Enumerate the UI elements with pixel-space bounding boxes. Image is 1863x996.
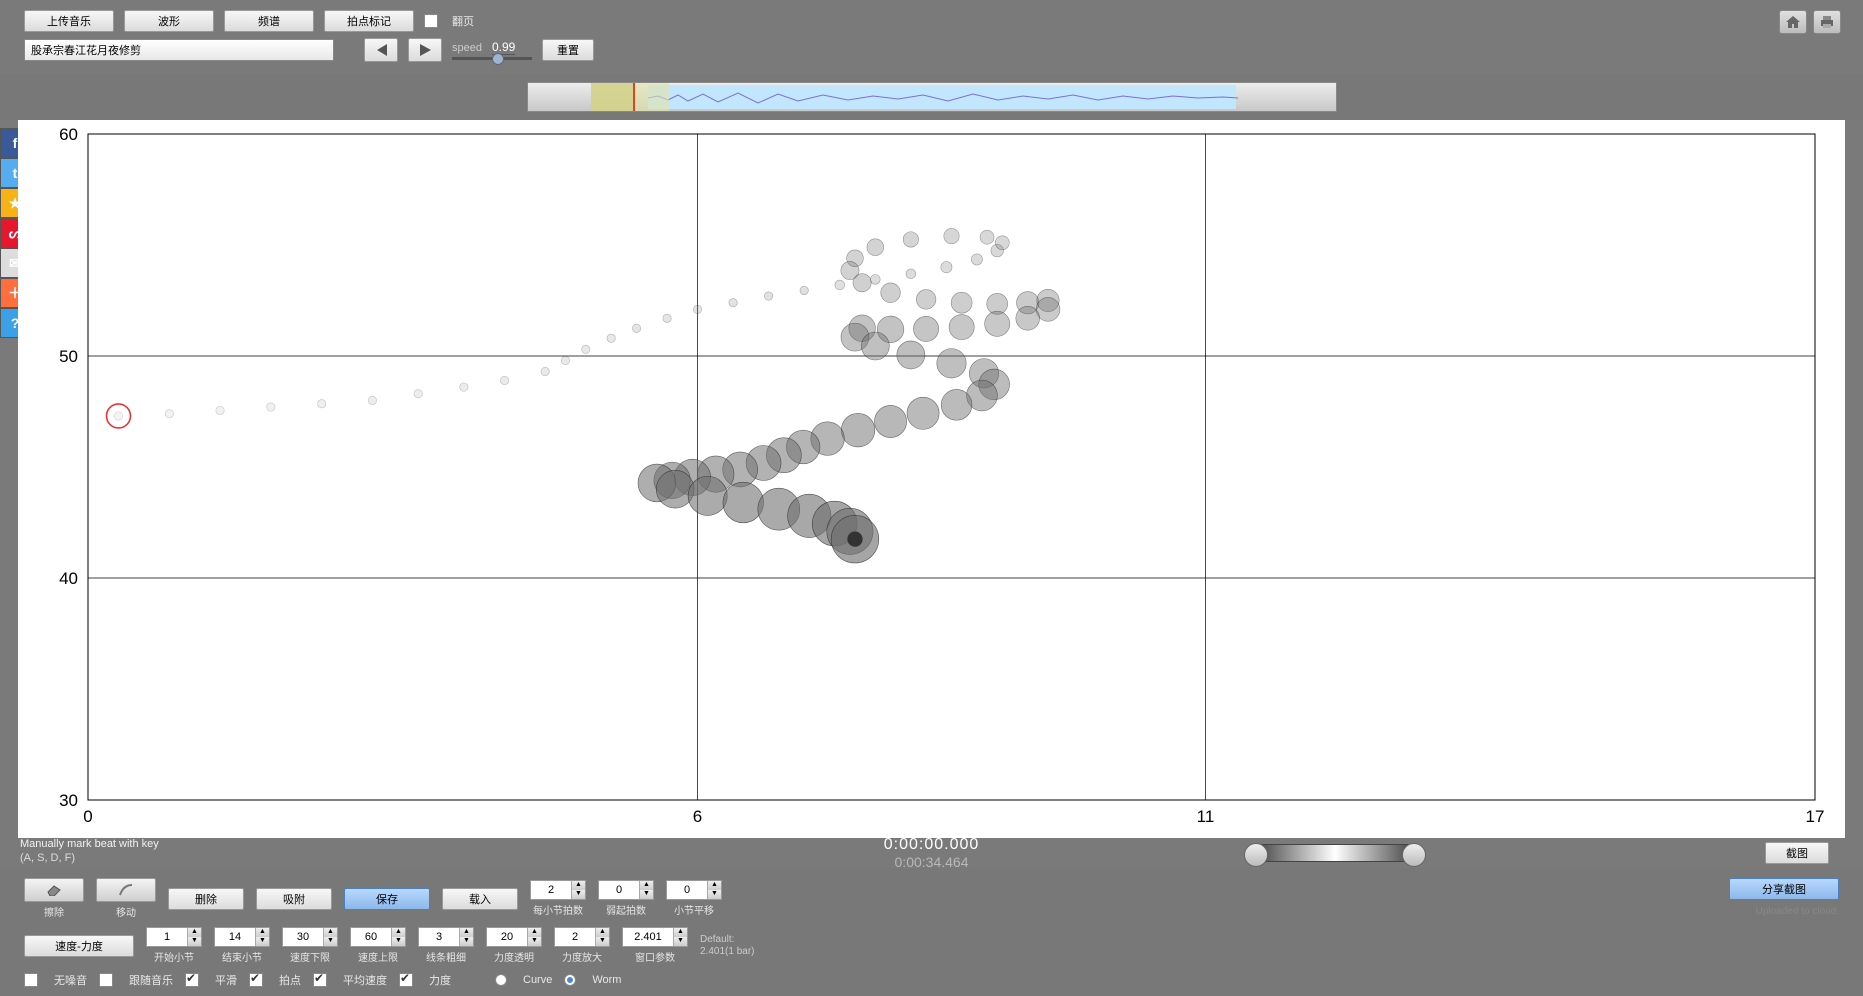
no-noise-checkbox[interactable] xyxy=(24,973,38,987)
svg-text:50: 50 xyxy=(59,347,78,366)
waveform-button[interactable]: 波形 xyxy=(124,10,214,32)
curve-radio[interactable] xyxy=(495,974,507,986)
eraser-icon xyxy=(44,884,64,896)
reset-button[interactable]: 重置 xyxy=(542,39,594,61)
spectrum-button[interactable]: 频谱 xyxy=(224,10,314,32)
avg-tempo-checkbox[interactable] xyxy=(313,973,327,987)
tempo-lo-input[interactable]: ▲▼ xyxy=(282,927,338,947)
scrub-wheel[interactable] xyxy=(1255,844,1415,862)
tempo-dynamics-button[interactable]: 速度-力度 xyxy=(24,935,134,957)
follow-music-checkbox[interactable] xyxy=(99,973,113,987)
upload-status: Uploaded to cloud. xyxy=(1729,906,1839,917)
snap-button[interactable]: 吸附 xyxy=(256,888,332,910)
beatmark-button[interactable]: 拍点标记 xyxy=(324,10,414,32)
tempo-hi-input[interactable]: ▲▼ xyxy=(350,927,406,947)
erase-tool-button[interactable] xyxy=(24,878,84,902)
bottom-panel: 擦除 移动 删除 吸附 保存 载入 ▲▼每小节拍数 ▲▼弱起拍数 ▲▼小节平移 … xyxy=(0,868,1863,996)
waveform-overview[interactable] xyxy=(527,82,1337,112)
print-icon xyxy=(1819,15,1835,29)
delete-button[interactable]: 删除 xyxy=(168,888,244,910)
dynamics-checkbox[interactable] xyxy=(399,973,413,987)
print-button[interactable] xyxy=(1813,10,1841,34)
hint-line-1: Manually mark beat with key xyxy=(20,838,159,850)
play-icon xyxy=(419,44,431,56)
start-bar-input[interactable]: ▲▼ xyxy=(146,927,202,947)
svg-text:0: 0 xyxy=(83,807,92,826)
line-width-input[interactable]: ▲▼ xyxy=(418,927,474,947)
beats-checkbox[interactable] xyxy=(249,973,263,987)
status-bar: Manually mark beat with key (A, S, D, F)… xyxy=(18,838,1845,868)
hint-line-2: (A, S, D, F) xyxy=(20,852,75,864)
speed-slider[interactable] xyxy=(452,57,532,60)
bar-shift-input[interactable]: ▲▼ xyxy=(666,880,722,900)
weak-beats-input[interactable]: ▲▼ xyxy=(598,880,654,900)
default-hint: Default:2.401(1 bar) xyxy=(700,934,754,958)
move-icon xyxy=(118,883,134,897)
top-toolbar: 上传音乐 波形 频谱 拍点标记 翻页 股承宗春江花月夜修剪 speed 0.99… xyxy=(0,0,1863,74)
svg-text:6: 6 xyxy=(693,807,702,826)
flip-checkbox[interactable] xyxy=(424,14,438,28)
beats-per-bar-input[interactable]: ▲▼ xyxy=(530,880,586,900)
window-param-input[interactable]: ▲▼ xyxy=(622,927,688,947)
load-button[interactable]: 载入 xyxy=(442,888,518,910)
home-icon xyxy=(1785,15,1801,29)
save-button[interactable]: 保存 xyxy=(344,888,430,910)
dynamics-alpha-input[interactable]: ▲▼ xyxy=(486,927,542,947)
snapshot-button[interactable]: 截图 xyxy=(1765,842,1829,864)
upload-music-button[interactable]: 上传音乐 xyxy=(24,10,114,32)
worm-chart[interactable]: 0 6 11 17 30 40 50 60 xyxy=(18,120,1845,838)
skip-back-button[interactable] xyxy=(364,38,398,62)
end-bar-input[interactable]: ▲▼ xyxy=(214,927,270,947)
share-snapshot-button[interactable]: 分享截图 xyxy=(1729,878,1839,900)
move-tool-button[interactable] xyxy=(96,878,156,902)
svg-text:40: 40 xyxy=(59,569,78,588)
speed-control: speed 0.99 xyxy=(452,40,532,60)
file-name-field[interactable]: 股承宗春江花月夜修剪 xyxy=(24,39,334,61)
worm-radio[interactable] xyxy=(564,974,576,986)
svg-text:11: 11 xyxy=(1197,807,1215,826)
waveform-graphic xyxy=(648,87,1238,109)
waveform-strip xyxy=(0,74,1863,120)
svg-text:30: 30 xyxy=(59,791,78,810)
time-elapsed: 0:00:00.000 xyxy=(884,836,980,854)
waveform-cursor[interactable] xyxy=(633,83,635,111)
flip-label: 翻页 xyxy=(452,13,474,29)
home-button[interactable] xyxy=(1779,10,1807,34)
svg-text:17: 17 xyxy=(1806,807,1825,826)
smooth-checkbox[interactable] xyxy=(185,973,199,987)
play-button[interactable] xyxy=(408,38,442,62)
svg-text:60: 60 xyxy=(59,125,78,144)
skip-back-icon xyxy=(374,44,388,56)
dynamics-scale-input[interactable]: ▲▼ xyxy=(554,927,610,947)
